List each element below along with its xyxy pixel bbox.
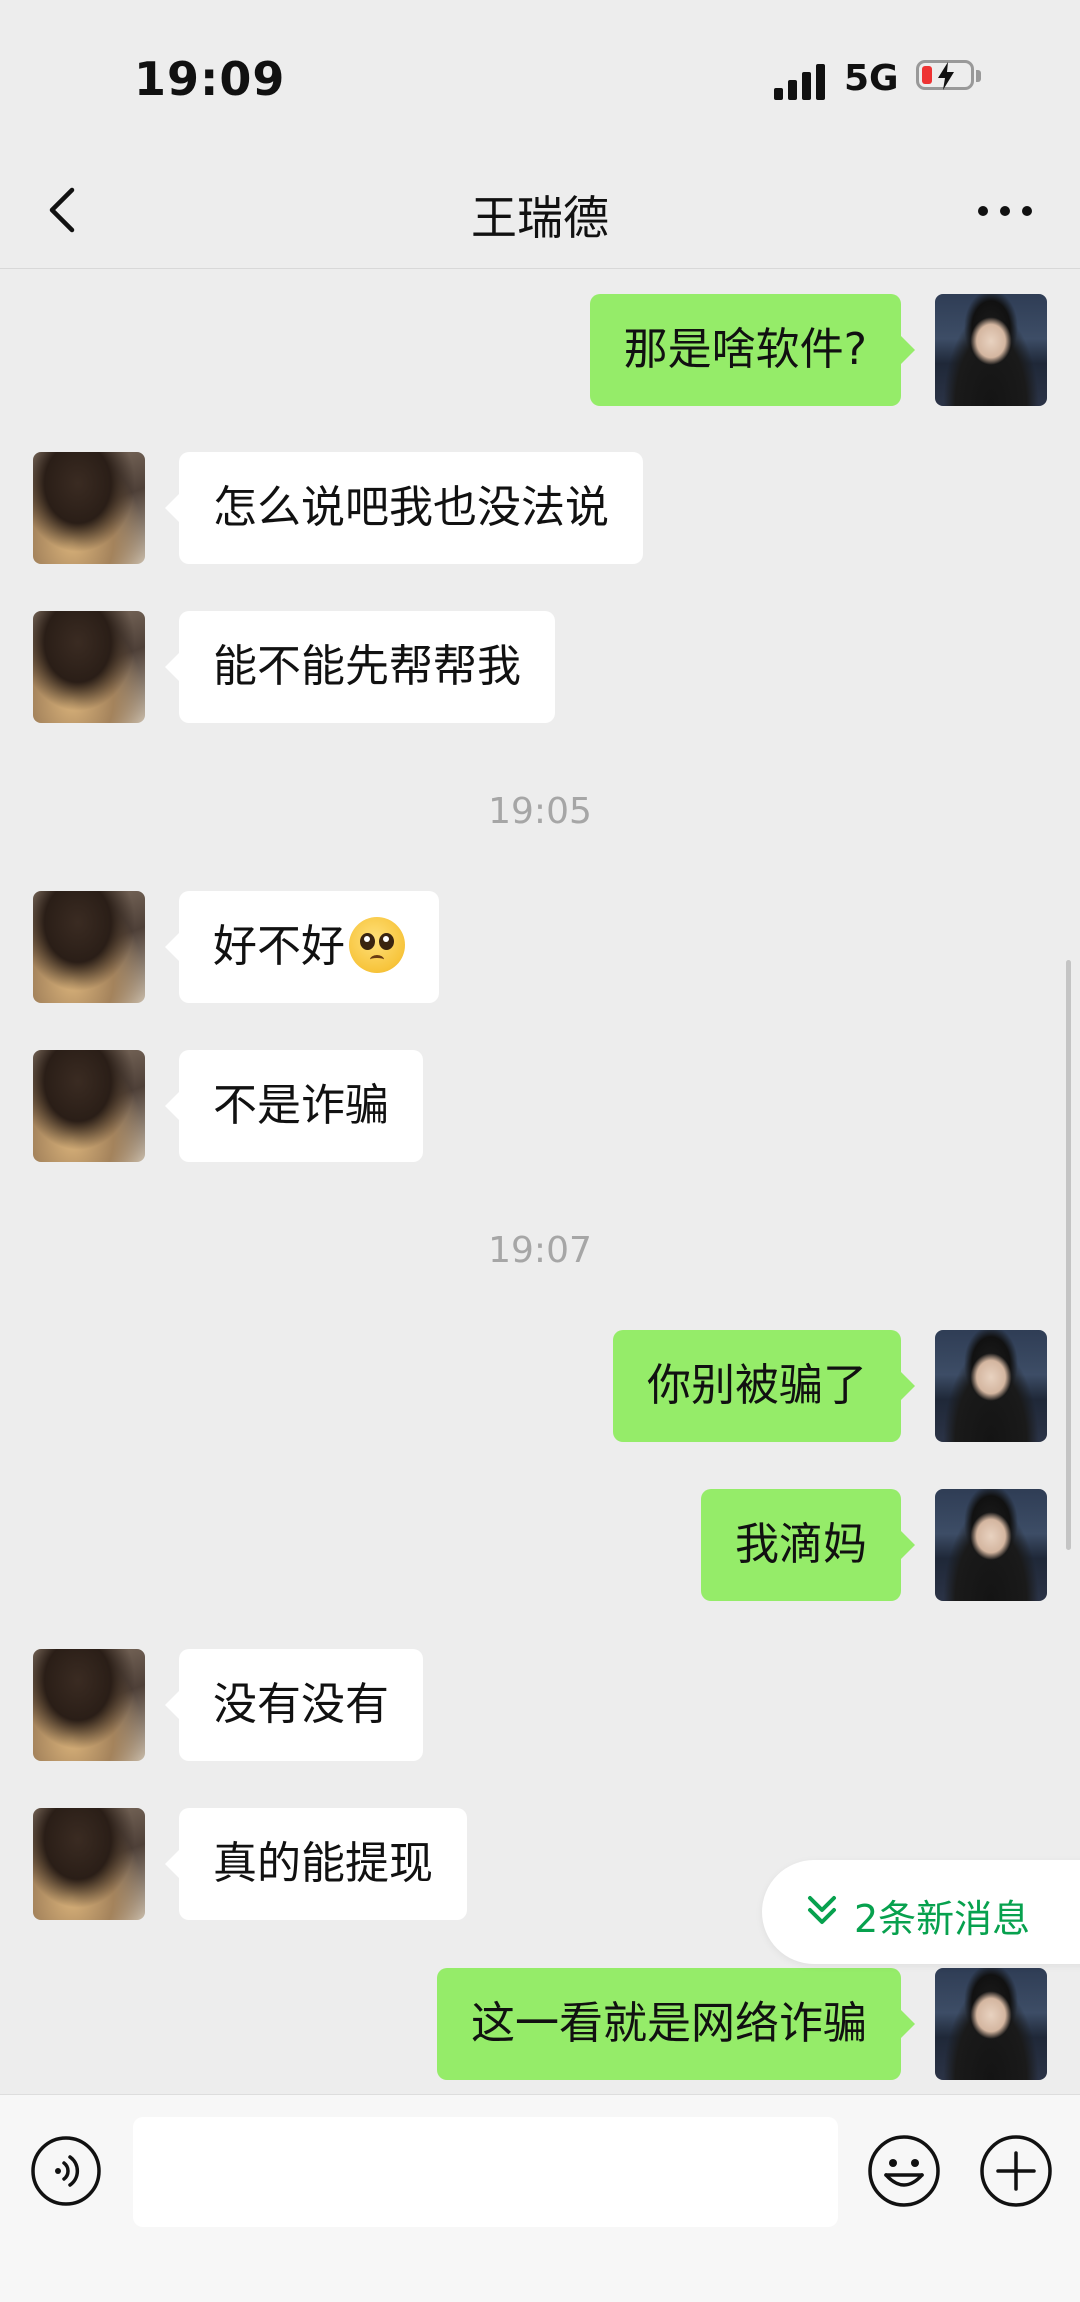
input-bar [0, 2094, 1080, 2302]
my-avatar[interactable] [935, 1489, 1047, 1601]
new-messages-label: 2条新消息 [854, 1897, 1031, 1941]
message-list[interactable]: 那是啥软件? 怎么说吧我也没法说 能不能先帮帮我 19:05 好不好 不是诈骗 … [0, 269, 1080, 2094]
message-bubble-received[interactable]: 没有没有 [165, 1649, 423, 1761]
contact-avatar[interactable] [33, 891, 145, 1003]
contact-avatar[interactable] [33, 611, 145, 723]
message-text: 好不好 [213, 921, 345, 972]
contact-avatar[interactable] [33, 452, 145, 564]
message-bubble-received[interactable]: 怎么说吧我也没法说 [165, 452, 643, 564]
message-input[interactable] [133, 2117, 838, 2227]
my-avatar[interactable] [935, 1330, 1047, 1442]
chat-header: 王瑞德 [0, 160, 1080, 269]
message-bubble-sent[interactable]: 这一看就是网络诈骗 [437, 1968, 915, 2080]
message-bubble-received[interactable]: 不是诈骗 [165, 1050, 423, 1162]
message-bubble-sent[interactable]: 那是啥软件? [589, 294, 916, 406]
contact-avatar[interactable] [33, 1649, 145, 1761]
status-time: 19:09 [134, 52, 286, 106]
emoji-button[interactable] [866, 2133, 942, 2209]
new-messages-button[interactable]: 2条新消息 [762, 1860, 1080, 1964]
my-avatar[interactable] [935, 294, 1047, 406]
message-bubble-received[interactable]: 好不好 [165, 891, 439, 1003]
battery-charging-icon [916, 58, 986, 96]
scrollbar[interactable] [1066, 960, 1071, 1550]
message-bubble-received[interactable]: 能不能先帮帮我 [165, 611, 555, 723]
double-chevron-down-icon [808, 1896, 836, 1924]
more-functions-plus-button[interactable] [978, 2133, 1054, 2209]
pleading-face-emoji-icon [349, 917, 405, 973]
contact-avatar[interactable] [33, 1050, 145, 1162]
message-timestamp: 19:07 [488, 1230, 592, 1271]
message-bubble-received[interactable]: 真的能提现 [165, 1808, 467, 1920]
status-bar: 19:09 5G [0, 0, 1080, 160]
message-bubble-sent[interactable]: 你别被骗了 [613, 1330, 915, 1442]
network-type: 5G [844, 58, 899, 99]
contact-avatar[interactable] [33, 1808, 145, 1920]
voice-input-button[interactable] [30, 2135, 102, 2207]
chat-title: 王瑞德 [471, 191, 609, 245]
message-bubble-sent[interactable]: 我滴妈 [701, 1489, 915, 1601]
more-options-button[interactable] [970, 190, 1040, 230]
signal-icon [774, 62, 830, 100]
my-avatar[interactable] [935, 1968, 1047, 2080]
message-timestamp: 19:05 [488, 791, 592, 832]
